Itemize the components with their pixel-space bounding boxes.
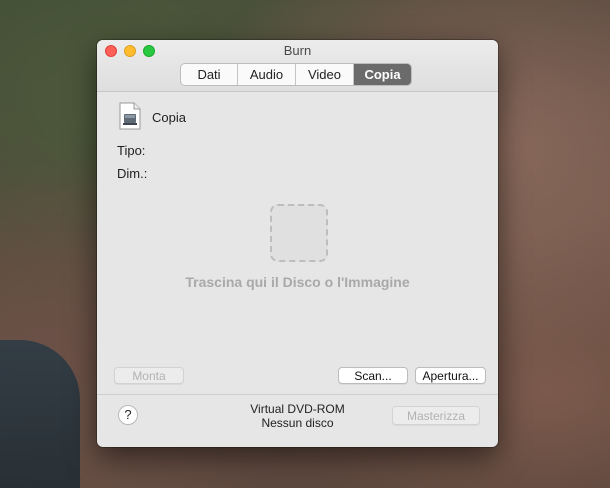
bottom-separator bbox=[97, 394, 498, 395]
desktop-wallpaper-sea bbox=[0, 340, 80, 488]
window-title: Burn bbox=[283, 43, 312, 58]
drop-hint: Trascina qui il Disco o l'Immagine bbox=[185, 274, 410, 290]
disc-image-file-icon bbox=[119, 102, 141, 130]
drop-zone[interactable] bbox=[270, 204, 328, 262]
monta-button[interactable]: Monta bbox=[114, 367, 184, 384]
tab-bar: Dati Audio Video Copia bbox=[180, 63, 412, 86]
tab-copia[interactable]: Copia bbox=[354, 64, 411, 85]
scan-button[interactable]: Scan... bbox=[338, 367, 408, 384]
titlebar: Burn Dati Audio Video Copia bbox=[97, 40, 498, 92]
tipo-label: Tipo: bbox=[117, 143, 146, 158]
burn-window: Burn Dati Audio Video Copia Copia Tipo: … bbox=[97, 40, 498, 447]
apertura-button[interactable]: Apertura... bbox=[415, 367, 486, 384]
tab-audio[interactable]: Audio bbox=[238, 64, 296, 85]
tab-dati[interactable]: Dati bbox=[181, 64, 238, 85]
dim-label: Dim.: bbox=[117, 166, 148, 181]
masterizza-button[interactable]: Masterizza bbox=[392, 406, 480, 425]
tab-video[interactable]: Video bbox=[296, 64, 354, 85]
item-name: Copia bbox=[152, 110, 186, 125]
